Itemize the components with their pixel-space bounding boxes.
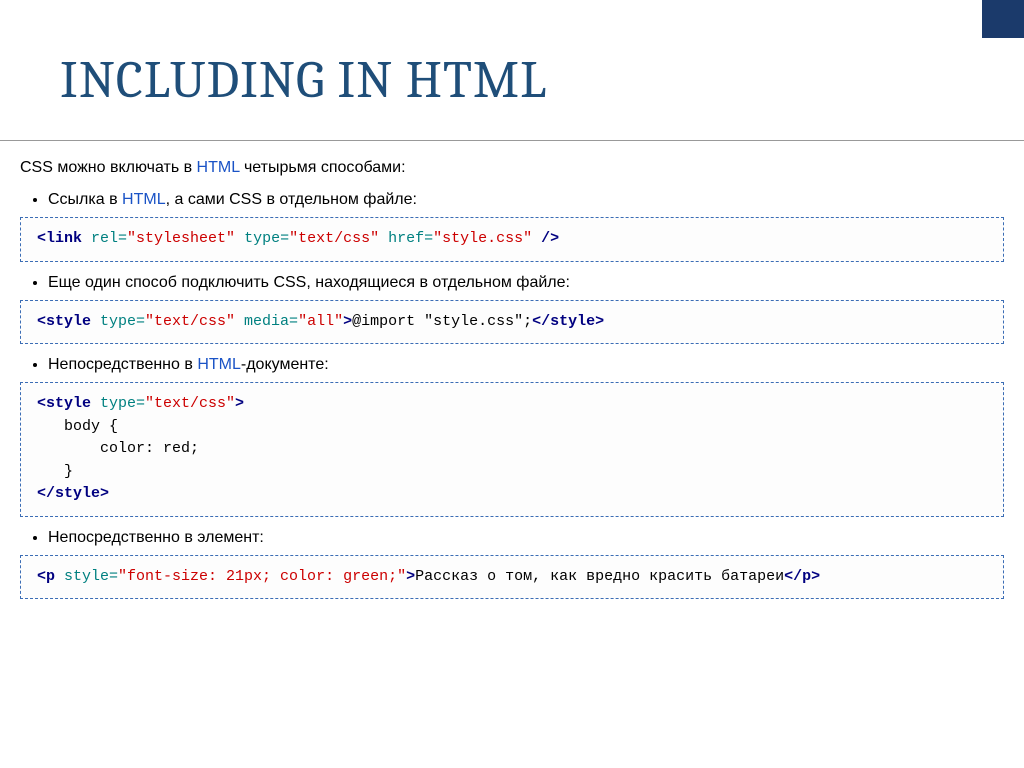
list-item: Ссылка в HTML, а сами CSS в отдельном фа…	[48, 191, 1004, 262]
code-block: <style type="text/css" media="all">@impo…	[20, 300, 1004, 345]
intro-post: четырьмя способами:	[240, 159, 406, 176]
item-label: Непосредственно в HTML-документе:	[48, 356, 329, 373]
code-block: <p style="font-size: 21px; color: green;…	[20, 555, 1004, 600]
list-item: Еще один способ подключить CSS, находящи…	[48, 274, 1004, 345]
accent-bar	[982, 0, 1024, 38]
intro-link: HTML	[197, 159, 240, 176]
slide-title: INCLUDING IN HTML	[0, 0, 1024, 110]
intro-text: CSS можно включать в HTML четырьмя спосо…	[20, 159, 1004, 177]
methods-list: Ссылка в HTML, а сами CSS в отдельном фа…	[20, 191, 1004, 599]
list-item: Непосредственно в HTML-документе: <style…	[48, 356, 1004, 517]
item-label: Еще один способ подключить CSS, находящи…	[48, 274, 570, 291]
item-label: Непосредственно в элемент:	[48, 529, 264, 546]
divider	[0, 140, 1024, 141]
item-label: Ссылка в HTML, а сами CSS в отдельном фа…	[48, 191, 417, 208]
code-block: <style type="text/css"> body { color: re…	[20, 382, 1004, 517]
code-block: <link rel="stylesheet" type="text/css" h…	[20, 217, 1004, 262]
list-item: Непосредственно в элемент: <p style="fon…	[48, 529, 1004, 600]
slide: INCLUDING IN HTML CSS можно включать в H…	[0, 0, 1024, 768]
intro-pre: CSS можно включать в	[20, 159, 197, 176]
content-body: CSS можно включать в HTML четырьмя спосо…	[0, 159, 1024, 599]
